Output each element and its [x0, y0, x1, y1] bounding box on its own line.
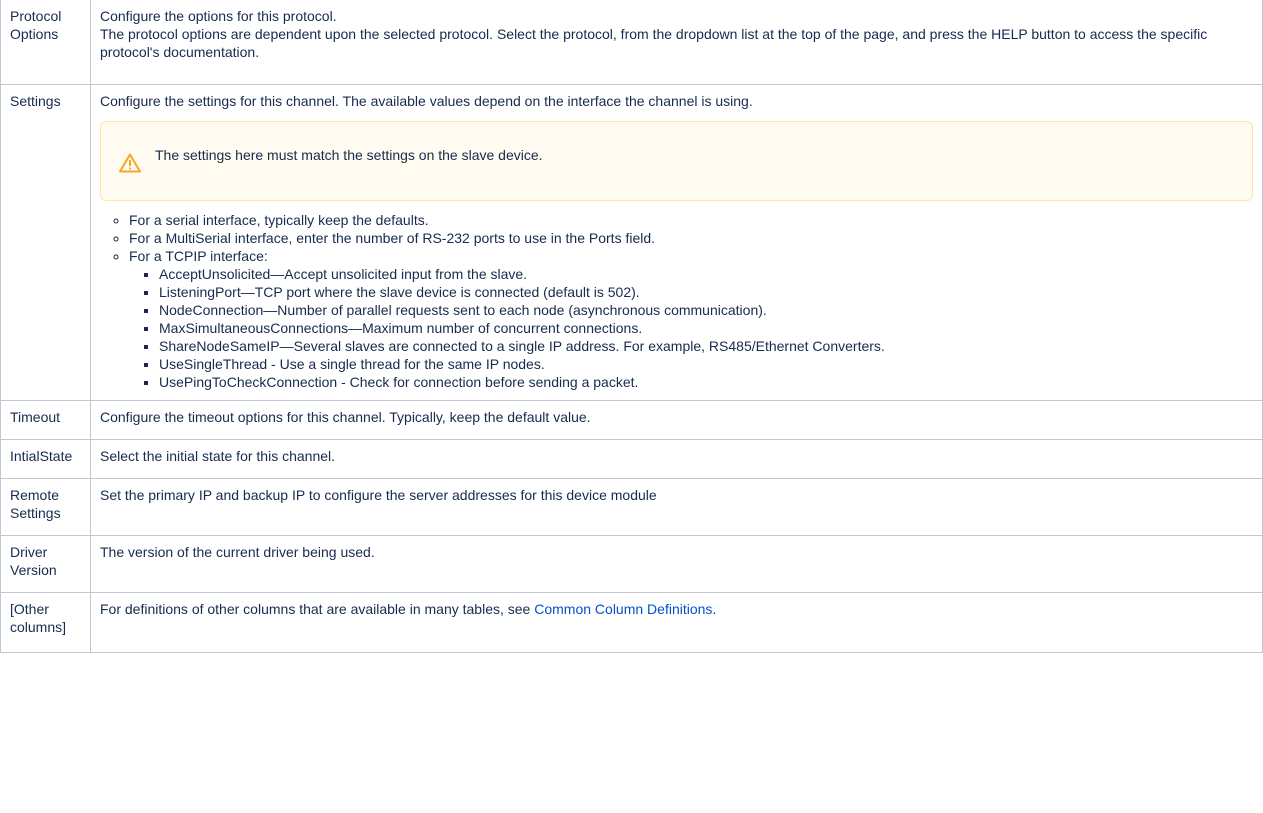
table-row: Timeout Configure the timeout options fo… — [0, 399, 1263, 440]
description-line: Configure the options for this protocol. — [100, 8, 337, 24]
row-name: IntialState — [0, 438, 91, 479]
list-item: ShareNodeSameIP—Several slaves are conne… — [159, 337, 1253, 355]
definitions-table: Protocol Options Configure the options f… — [0, 0, 1263, 653]
row-name: Timeout — [0, 399, 91, 440]
row-name: Protocol Options — [0, 0, 91, 85]
row-name: Remote Settings — [0, 477, 91, 536]
common-column-definitions-link[interactable]: Common Column Definitions — [534, 601, 712, 617]
table-row: Driver Version The version of the curren… — [0, 534, 1263, 593]
warning-panel: The settings here must match the setting… — [100, 120, 1253, 201]
description-intro: Configure the settings for this channel.… — [100, 92, 753, 109]
row-description: Configure the options for this protocol.… — [90, 0, 1263, 85]
list-item: ListeningPort—TCP port where the slave d… — [159, 283, 1253, 301]
list-item: NodeConnection—Number of parallel reques… — [159, 301, 1253, 319]
row-description: Select the initial state for this channe… — [90, 438, 1263, 479]
list-item: UseSingleThread - Use a single thread fo… — [159, 355, 1253, 373]
row-description: The version of the current driver being … — [90, 534, 1263, 593]
row-description: Configure the timeout options for this c… — [90, 399, 1263, 440]
table-row: [Other columns] For definitions of other… — [0, 591, 1263, 653]
table-row: Protocol Options Configure the options f… — [0, 0, 1263, 85]
table-row: Remote Settings Set the primary IP and b… — [0, 477, 1263, 536]
list-item: MaxSimultaneousConnections—Maximum numbe… — [159, 319, 1253, 337]
list-item: For a serial interface, typically keep t… — [129, 211, 1253, 229]
row-name: Driver Version — [0, 534, 91, 593]
list-item: For a MultiSerial interface, enter the n… — [129, 229, 1253, 247]
list-item: For a TCPIP interface: AcceptUnsolicited… — [129, 247, 1253, 391]
row-name: [Other columns] — [0, 591, 91, 653]
warning-text: The settings here must match the setting… — [155, 146, 543, 163]
description-text: For definitions of other columns that ar… — [100, 600, 535, 617]
row-description: For definitions of other columns that ar… — [90, 591, 1263, 653]
row-description: Set the primary IP and backup IP to conf… — [90, 477, 1263, 536]
description-text: . — [712, 600, 717, 617]
tcpip-options-list: AcceptUnsolicited—Accept unsolicited inp… — [129, 265, 1253, 391]
row-description: Configure the settings for this channel.… — [90, 83, 1263, 401]
list-item-label: For a TCPIP interface: — [129, 247, 268, 264]
table-row: Settings Configure the settings for this… — [0, 83, 1263, 401]
settings-list: For a serial interface, typically keep t… — [100, 211, 1253, 391]
list-item: UsePingToCheckConnection - Check for con… — [159, 373, 1253, 391]
row-name: Settings — [0, 83, 91, 401]
description-line: The protocol options are dependent upon … — [100, 26, 1208, 60]
list-item: AcceptUnsolicited—Accept unsolicited inp… — [159, 265, 1253, 283]
table-row: IntialState Select the initial state for… — [0, 438, 1263, 479]
warning-icon — [119, 153, 141, 172]
